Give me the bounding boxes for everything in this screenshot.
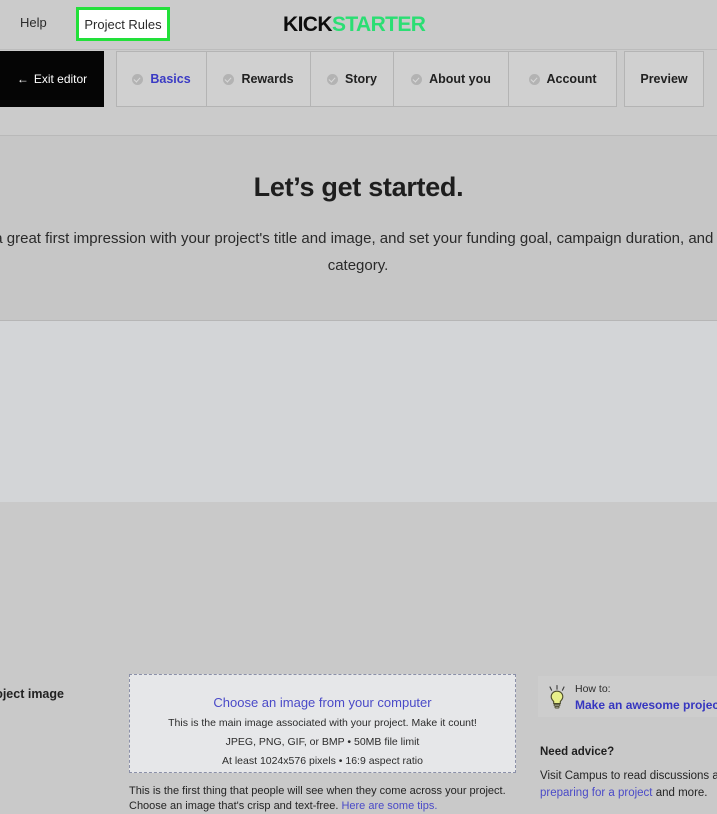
preparing-for-project-link[interactable]: preparing for a project [540,787,653,799]
dropzone-formats: JPEG, PNG, GIF, or BMP • 50MB file limit [225,736,420,748]
need-advice-heading: Need advice? [540,746,615,758]
main-content: Project image Choose an image from your … [0,321,717,812]
check-circle-icon [528,73,540,85]
tab-basics-label: Basics [150,72,191,86]
tab-story[interactable]: Story [310,51,393,107]
image-dropzone[interactable]: Choose an image from your computer This … [129,674,516,773]
need-advice-body: Visit Campus to read discussions about p… [540,768,717,802]
project-image-field-label: Project image [0,687,64,701]
check-circle-icon [411,73,423,85]
check-circle-icon [132,73,144,85]
advice-text-before: Visit Campus to read discussions about [540,770,717,782]
exit-editor-label: Exit editor [33,72,88,86]
top-bar: Help Project Rules KICKSTARTER [0,0,717,50]
how-to-text-block: How to: Make an awesome project [575,682,717,712]
page-title: Let’s get started. [253,172,464,202]
dropzone-description: This is the main image associated with y… [168,717,477,729]
preview-button[interactable]: Preview [624,51,704,107]
tab-story-label: Story [345,72,377,86]
preview-label: Preview [640,72,688,86]
tab-rewards[interactable]: Rewards [206,51,310,107]
helper-text-line1: This is the first thing that people will… [129,785,506,797]
choose-image-link[interactable]: Choose an image from your computer [130,675,515,710]
how-to-callout[interactable]: How to: Make an awesome project [538,676,717,717]
project-rules-label: Project Rules [84,16,162,32]
image-tips-link[interactable]: Here are some tips. [341,800,437,812]
helper-text-line2: Choose an image that's crisp and text-fr… [129,800,342,812]
tab-account-label: Account [546,72,597,86]
tab-rewards-label: Rewards [241,72,294,86]
lightbulb-icon [546,684,568,710]
check-circle-icon [223,73,235,85]
hero-section: Let’s get started. Make a great first im… [0,136,717,321]
project-rules-link-highlighted[interactable]: Project Rules [76,7,170,41]
tab-about-you-label: About you [429,72,491,86]
advice-text-after: and more. [652,787,708,799]
how-to-label: How to: [575,682,611,695]
check-circle-icon [327,73,339,85]
make-awesome-project-link[interactable]: Make an awesome project [575,696,717,712]
page-subtitle: Make a great first impression with your … [0,230,717,274]
logo-text-starter: STARTER [331,13,426,36]
help-link[interactable]: Help [20,15,47,30]
project-image-helper-text: This is the first thing that people will… [129,784,529,814]
left-arrow-icon: ← [16,72,29,86]
tab-basics[interactable]: Basics [116,51,206,107]
kickstarter-logo[interactable]: KICKSTARTER [283,13,426,37]
logo-text-kick: KICK [283,13,333,36]
exit-editor-button[interactable]: ← Exit editor [0,51,104,107]
dropzone-dimensions: At least 1024x576 pixels • 16:9 aspect r… [222,755,423,767]
editor-nav-bar: ← Exit editor Basics Rewards Story About… [0,50,717,136]
editor-tabs: Basics Rewards Story About you Account [116,51,617,107]
tab-about-you[interactable]: About you [393,51,508,107]
tab-account[interactable]: Account [508,51,617,107]
